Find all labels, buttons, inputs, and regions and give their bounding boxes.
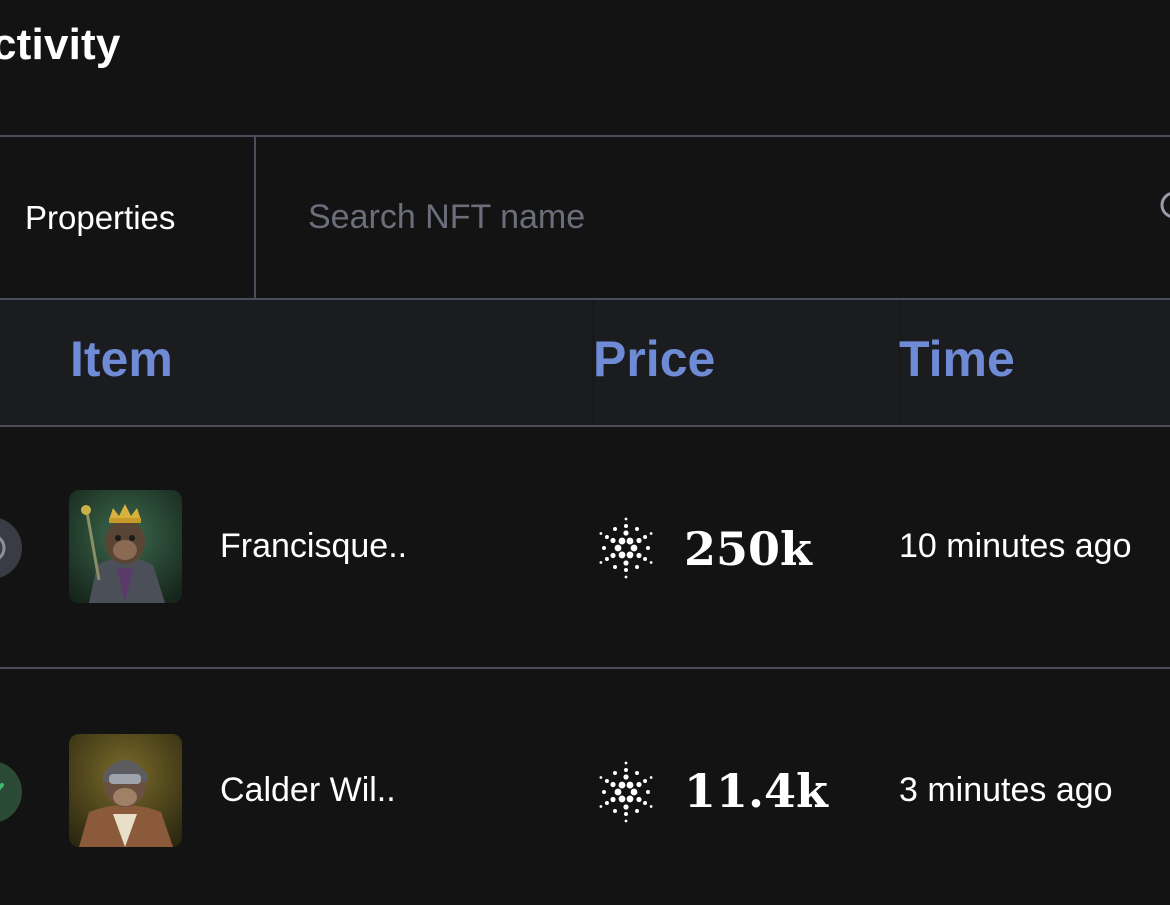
time-ago: 10 minutes ago [899,527,1132,565]
properties-filter-button[interactable]: Properties [0,137,256,298]
price-value: 250k [684,522,812,576]
time-ago: 3 minutes ago [899,771,1113,809]
activity-page: ctivity Properties Item Price Time [0,0,1170,905]
table-header: Item Price Time [0,300,1170,427]
page-title: ctivity [0,20,121,69]
table-row[interactable]: Francisque.. 250k 10 minutes ago [0,427,1170,669]
circle-status-icon [0,517,22,579]
column-header-price[interactable]: Price [593,330,715,388]
price-value: 11.4k [684,764,828,818]
table-row[interactable]: Calder Wil.. 11.4k 3 minutes ago [0,669,1170,905]
filter-bar: Properties [0,135,1170,300]
nft-thumbnail[interactable] [69,734,182,847]
check-status-icon [0,761,22,823]
search-icon[interactable] [1156,187,1170,227]
nft-name[interactable]: Calder Wil.. [220,771,396,810]
column-header-time[interactable]: Time [899,330,1015,388]
cardano-ada-icon [599,517,653,579]
nft-thumbnail[interactable] [69,490,182,603]
column-header-item[interactable]: Item [70,330,173,388]
cardano-ada-icon [599,761,653,823]
nft-name[interactable]: Francisque.. [220,527,407,566]
search-nft-input[interactable] [256,137,1170,298]
